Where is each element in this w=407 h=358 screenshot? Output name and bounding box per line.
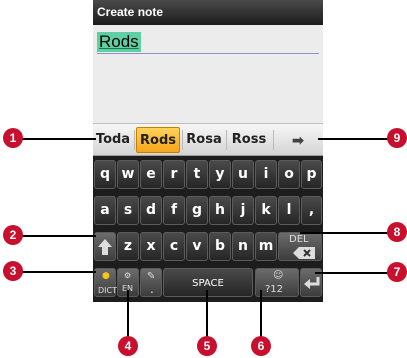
period-key[interactable]: ✎ .	[140, 268, 162, 297]
suggestion-item[interactable]: Toda	[93, 127, 133, 153]
key-w[interactable]: w	[117, 160, 139, 189]
key-j[interactable]: j	[232, 196, 254, 225]
space-label: SPACE	[192, 278, 224, 289]
key-f[interactable]: f	[163, 196, 185, 225]
symbols-label: ?12	[265, 284, 284, 295]
note-editor[interactable]: Rods	[93, 25, 323, 123]
callout-line	[20, 235, 96, 237]
callout-line	[206, 290, 208, 338]
callout-line	[315, 272, 395, 274]
dot-icon: ●	[102, 271, 110, 281]
callout-line	[318, 138, 395, 140]
callout-line	[260, 290, 262, 338]
key-s[interactable]: s	[117, 196, 139, 225]
divider	[134, 130, 135, 150]
key-h[interactable]: h	[209, 196, 231, 225]
phone-screen: Create note Rods Toda Rods Rosa Ross ➡ q…	[93, 0, 323, 302]
callout-5: 5	[197, 336, 217, 356]
key-i[interactable]: i	[255, 160, 277, 189]
key-n[interactable]: n	[232, 232, 254, 261]
key-d[interactable]: d	[140, 196, 162, 225]
key-m[interactable]: m	[255, 232, 277, 261]
callout-3: 3	[3, 261, 23, 281]
callout-9: 9	[387, 128, 407, 148]
callout-4: 4	[118, 336, 138, 356]
key-a[interactable]: a	[94, 196, 116, 225]
divider	[273, 130, 274, 150]
callout-line	[300, 232, 395, 234]
key-y[interactable]: y	[209, 160, 231, 189]
enter-arrow-icon	[304, 277, 320, 289]
key-r[interactable]: r	[163, 160, 185, 189]
dictionary-key[interactable]: DICT ●	[94, 268, 117, 297]
key-x[interactable]: x	[140, 232, 162, 261]
page-title: Create note	[97, 5, 164, 19]
space-key[interactable]: SPACE	[163, 268, 253, 297]
key-k[interactable]: k	[255, 196, 277, 225]
callout-2: 2	[3, 225, 23, 245]
key-c[interactable]: c	[163, 232, 185, 261]
period-label: .	[150, 282, 154, 296]
note-text[interactable]: Rods	[97, 32, 141, 52]
key-z[interactable]: z	[117, 232, 139, 261]
suggestion-bar: Toda Rods Rosa Ross ➡	[93, 123, 323, 156]
key-e[interactable]: e	[140, 160, 162, 189]
key-comma[interactable]: ,	[301, 196, 322, 225]
callout-1: 1	[3, 128, 23, 148]
more-suggestions-button[interactable]: ➡	[283, 127, 313, 153]
shift-arrow-icon	[98, 239, 112, 255]
shift-key[interactable]	[94, 232, 116, 261]
callout-7: 7	[387, 262, 407, 282]
suggestion-item[interactable]: Ross	[227, 127, 271, 153]
key-o[interactable]: o	[278, 160, 300, 189]
key-t[interactable]: t	[186, 160, 208, 189]
key-u[interactable]: u	[232, 160, 254, 189]
callout-8: 8	[387, 222, 407, 242]
callout-line	[20, 138, 96, 140]
suggestion-item[interactable]: Rosa	[183, 127, 225, 153]
backspace-icon	[293, 247, 315, 259]
title-bar: Create note	[93, 0, 323, 25]
callout-line	[127, 290, 129, 338]
key-v[interactable]: v	[186, 232, 208, 261]
callout-6: 6	[251, 336, 271, 356]
key-b[interactable]: b	[209, 232, 231, 261]
key-g[interactable]: g	[186, 196, 208, 225]
key-p[interactable]: p	[301, 160, 322, 189]
note-underline	[97, 53, 319, 54]
suggestion-item-active[interactable]: Rods	[136, 127, 180, 153]
delete-key[interactable]: DEL	[278, 232, 322, 261]
soft-keyboard: q w e r t y u i o p a s d f g h j k l , …	[93, 156, 323, 302]
right-arrow-icon: ➡	[292, 132, 304, 148]
key-l[interactable]: l	[278, 196, 300, 225]
key-q[interactable]: q	[94, 160, 116, 189]
callout-line	[20, 271, 96, 273]
